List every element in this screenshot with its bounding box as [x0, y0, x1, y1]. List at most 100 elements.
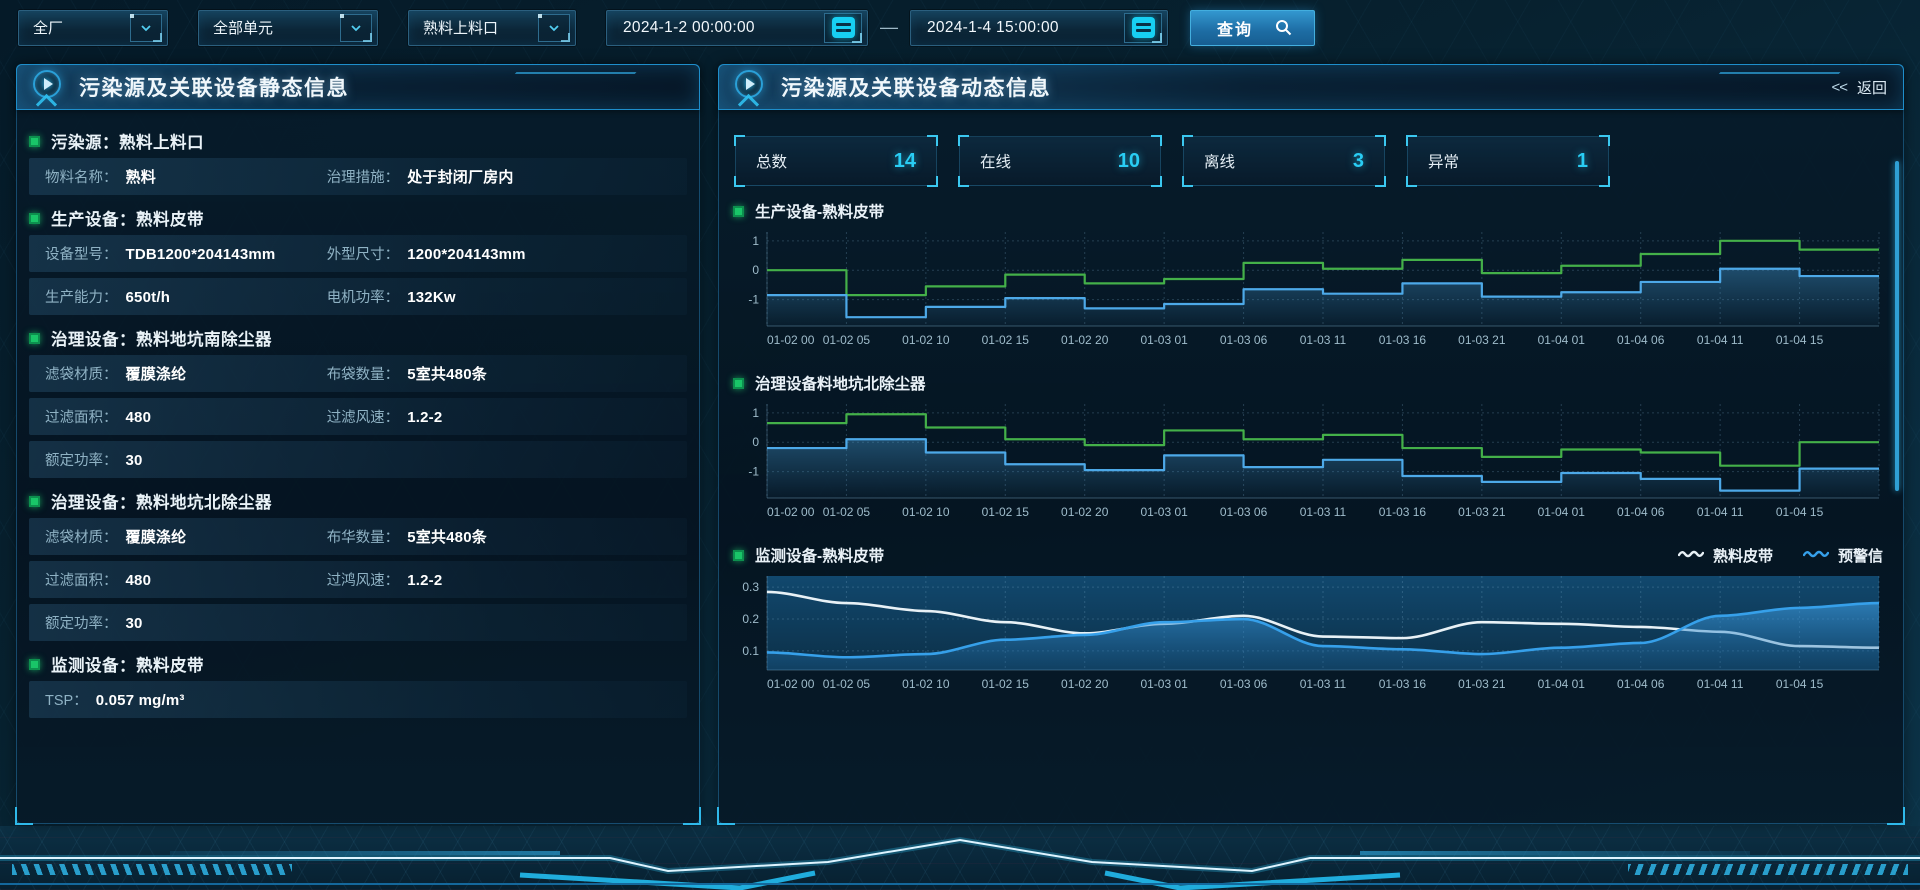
stat-label: 离线 — [1204, 150, 1235, 172]
select-pollution-source[interactable]: 熟料上料口 — [408, 10, 576, 46]
svg-text:01-03 11: 01-03 11 — [1300, 505, 1347, 519]
svg-text:01-04 11: 01-04 11 — [1697, 505, 1744, 519]
calendar-icon[interactable] — [1124, 13, 1162, 43]
chevron-down-icon[interactable] — [538, 14, 570, 42]
field-pair: 额定功率：30 — [45, 612, 327, 633]
field-pair: 过滤面积：480 — [45, 406, 327, 427]
chart-title-row: 监测设备-熟料皮带熟料皮带预警信 — [733, 540, 1889, 570]
svg-text:01-03 11: 01-03 11 — [1300, 333, 1347, 347]
chart-canvas: 0.30.20.101-02 0001-02 0501-02 1001-02 1… — [733, 570, 1889, 702]
svg-text:01-04 06: 01-04 06 — [1617, 505, 1665, 519]
corner-accent — [927, 135, 938, 146]
info-row: 额定功率：30 — [29, 604, 687, 641]
bullet-icon — [733, 550, 744, 561]
legend: 熟料皮带 预警信 — [1678, 545, 1889, 566]
field-value: 30 — [126, 452, 143, 469]
info-row: TSP：0.057 mg/m³ — [29, 681, 687, 718]
footer-lines — [0, 826, 1920, 890]
chart-block: 监测设备-熟料皮带熟料皮带预警信0.30.20.101-02 0001-02 0… — [733, 540, 1889, 702]
field-pair: 电机功率：132Kw — [327, 286, 456, 307]
info-row: 设备型号：TDB1200*204143mm外型尺寸：1200*204143mm — [29, 235, 687, 272]
svg-text:01-03 06: 01-03 06 — [1220, 505, 1268, 519]
scrollbar-thumb[interactable] — [1895, 161, 1899, 491]
dynamic-info-panel: 污染源及关联设备动态信息 << 返回 总数14在线10离线3异常1 生产设备-熟… — [718, 64, 1904, 824]
svg-text:01-03 16: 01-03 16 — [1379, 505, 1427, 519]
corner-accent — [1406, 135, 1417, 146]
select-plant[interactable]: 全厂 — [18, 10, 168, 46]
field-value: TDB1200*204143mm — [126, 246, 276, 263]
svg-text:01-02 00: 01-02 00 — [767, 505, 815, 519]
chevron-down-icon[interactable] — [340, 14, 372, 42]
bullet-icon — [29, 333, 40, 344]
chart-title-row: 治理设备料地坑北除尘器 — [733, 368, 1889, 398]
field-value: 熟料 — [126, 166, 156, 187]
svg-text:0: 0 — [752, 263, 759, 277]
stat-card: 离线 3 — [1183, 136, 1385, 186]
field-label: TSP： — [45, 689, 88, 710]
date-end-input[interactable]: 2024-1-4 15:00:00 — [910, 10, 1168, 46]
chart-plot: 10-101-02 0001-02 0501-02 1001-02 1501-0… — [733, 226, 1889, 358]
info-row: 生产能力： 650t/h 电机功率：132Kw — [29, 278, 687, 315]
svg-text:01-03 01: 01-03 01 — [1140, 677, 1188, 691]
field-label: 物料名称： — [45, 166, 118, 187]
svg-text:01-02 15: 01-02 15 — [982, 677, 1030, 691]
svg-text:1: 1 — [752, 406, 759, 420]
legend-item[interactable]: 预警信 — [1803, 545, 1883, 566]
calendar-icon[interactable] — [824, 13, 862, 43]
field-label: 治理措施： — [327, 166, 400, 187]
section-heading-text: 治理设备：熟料地坑南除尘器 — [51, 326, 272, 350]
corner-accent — [1182, 176, 1193, 187]
select-unit[interactable]: 全部单元 — [198, 10, 378, 46]
stat-card: 异常1 — [1407, 136, 1609, 186]
svg-text:01-02 20: 01-02 20 — [1061, 333, 1109, 347]
field-value: 5室共480条 — [407, 363, 487, 384]
field-label: 布华数量： — [327, 526, 400, 547]
field-pair: 过滤面积：480 — [45, 569, 327, 590]
svg-text:01-03 21: 01-03 21 — [1458, 333, 1506, 347]
dynamic-panel-title: 污染源及关联设备动态信息 — [781, 72, 1051, 102]
date-start-value: 2024-1-2 00:00:00 — [623, 19, 755, 37]
svg-text:0.1: 0.1 — [742, 644, 759, 658]
field-label: 过滤面积： — [45, 569, 118, 590]
chart-title: 生产设备-熟料皮带 — [755, 200, 884, 222]
field-label: 布袋数量： — [327, 363, 400, 384]
section-heading: 生产设备：熟料皮带 — [29, 201, 687, 235]
svg-text:01-04 01: 01-04 01 — [1538, 333, 1586, 347]
legend-wave-icon — [1803, 547, 1829, 564]
back-button[interactable]: << 返回 — [1831, 77, 1887, 98]
svg-text:01-02 00: 01-02 00 — [767, 333, 815, 347]
field-label: 设备型号： — [45, 243, 118, 264]
corner-accent — [734, 135, 745, 146]
field-value: 处于封闭厂房内 — [407, 166, 513, 187]
field-label: 生产能力： — [45, 286, 118, 307]
svg-text:01-04 01: 01-04 01 — [1538, 677, 1586, 691]
chart-title: 治理设备料地坑北除尘器 — [755, 372, 926, 394]
field-label: 额定功率： — [45, 449, 118, 470]
svg-text:01-03 06: 01-03 06 — [1220, 333, 1268, 347]
svg-text:01-02 05: 01-02 05 — [823, 505, 871, 519]
field-value: 650t/h — [126, 289, 171, 306]
field-pair: 布华数量：5室共480条 — [327, 526, 487, 547]
charts-area: 生产设备-熟料皮带10-101-02 0001-02 0501-02 1001-… — [731, 196, 1891, 702]
svg-text:01-03 21: 01-03 21 — [1458, 677, 1506, 691]
section-heading-text: 监测设备：熟料皮带 — [51, 652, 204, 676]
field-label: 额定功率： — [45, 612, 118, 633]
legend-item[interactable]: 熟料皮带 — [1678, 545, 1773, 566]
field-label: 电机功率： — [327, 286, 400, 307]
date-end-value: 2024-1-4 15:00:00 — [927, 19, 1059, 37]
chart-canvas: 10-101-02 0001-02 0501-02 1001-02 1501-0… — [733, 398, 1889, 530]
date-start-input[interactable]: 2024-1-2 00:00:00 — [606, 10, 868, 46]
bullet-icon — [733, 378, 744, 389]
svg-text:01-03 01: 01-03 01 — [1140, 333, 1188, 347]
corner-accent — [1599, 176, 1610, 187]
status-summary: 总数14在线10离线3异常1 — [735, 136, 1887, 186]
query-button[interactable]: 查询 — [1190, 10, 1315, 46]
section-heading-text: 污染源：熟料上料口 — [51, 129, 204, 153]
stat-label: 在线 — [980, 150, 1011, 172]
stat-value: 3 — [1353, 150, 1364, 173]
svg-text:01-02 20: 01-02 20 — [1061, 677, 1109, 691]
chevron-down-icon[interactable] — [130, 14, 162, 42]
field-pair: 设备型号： TDB1200*204143mm — [45, 243, 327, 264]
field-value: 1.2-2 — [407, 409, 442, 426]
svg-text:01-04 06: 01-04 06 — [1617, 333, 1665, 347]
